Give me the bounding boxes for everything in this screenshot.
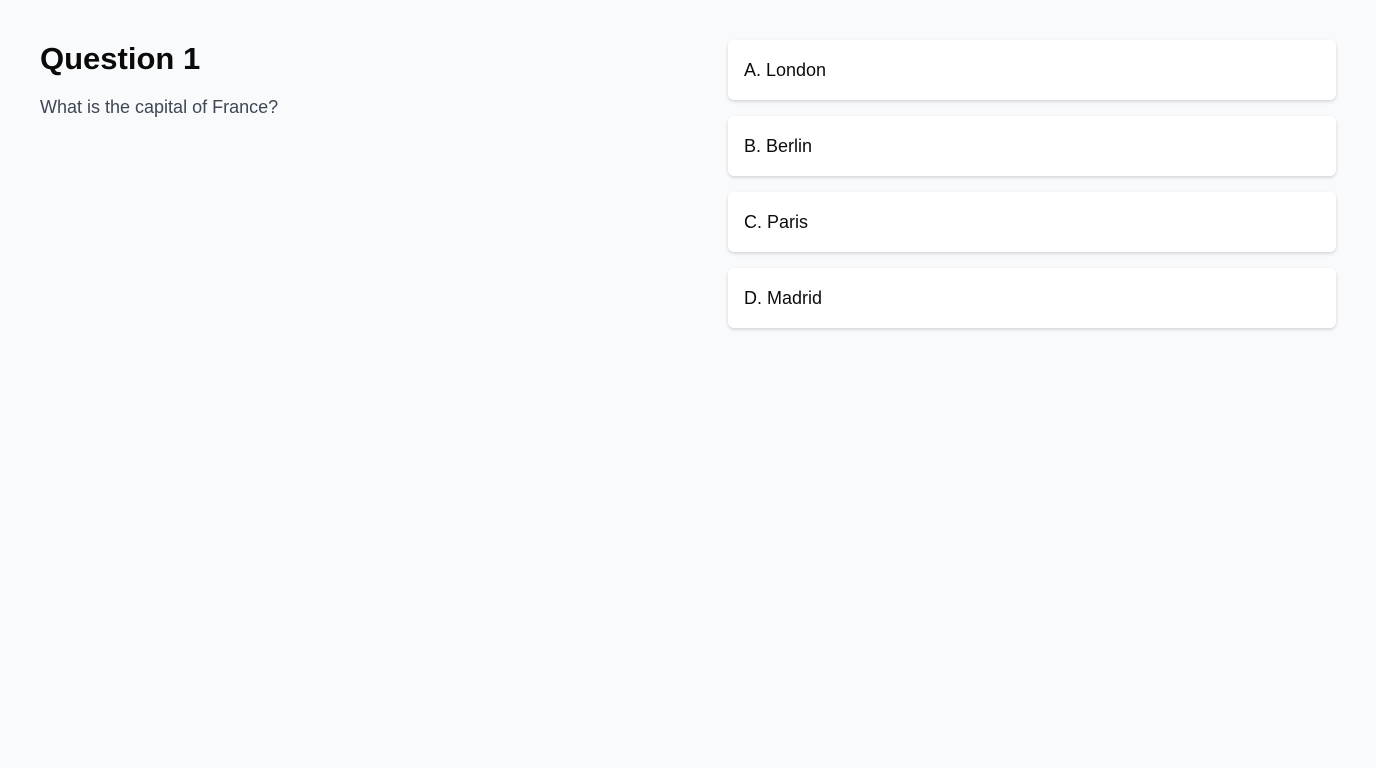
question-panel: Question 1 What is the capital of France… xyxy=(40,40,660,118)
quiz-page: Question 1 What is the capital of France… xyxy=(0,0,1376,768)
question-title: Question 1 xyxy=(40,41,201,76)
answer-option-d-label: D. Madrid xyxy=(744,288,823,308)
answer-option-a[interactable]: A. London xyxy=(728,40,1336,100)
answer-options: A. London B. Berlin C. Paris D. Madrid xyxy=(728,40,1336,344)
answer-option-b-label: B. Berlin xyxy=(744,136,813,156)
answer-option-b[interactable]: B. Berlin xyxy=(728,116,1336,176)
question-text: What is the capital of France? xyxy=(40,97,279,117)
answer-option-a-label: A. London xyxy=(744,60,827,80)
answer-option-c[interactable]: C. Paris xyxy=(728,192,1336,252)
answer-option-d[interactable]: D. Madrid xyxy=(728,268,1336,328)
answer-option-c-label: C. Paris xyxy=(744,212,809,232)
